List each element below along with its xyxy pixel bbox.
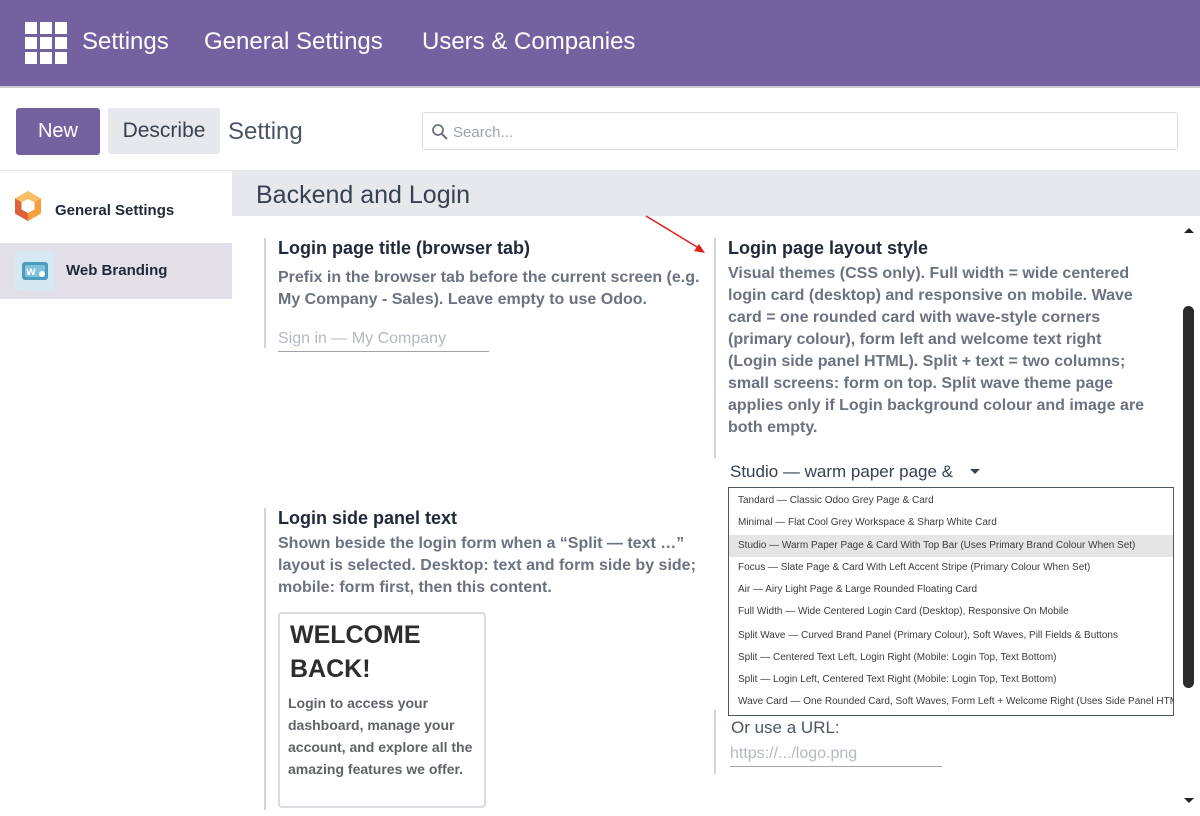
login-title-input[interactable]: [278, 326, 489, 352]
dropdown-option[interactable]: Minimal — Flat Cool Grey Workspace & Sha…: [729, 512, 1173, 534]
dropdown-option[interactable]: Focus — Slate Page & Card With Left Acce…: [729, 557, 1173, 579]
side-panel-description: Shown beside the login form when a “Spli…: [278, 535, 696, 596]
dropdown-option[interactable]: Split — Centered Text Left, Login Right …: [729, 647, 1173, 669]
layout-style-select[interactable]: Studio — warm paper page &: [730, 462, 953, 482]
layout-style-description: Visual themes (CSS only). Full width = w…: [728, 265, 1145, 436]
annotation-arrow-icon: [645, 215, 705, 253]
menu-general-settings[interactable]: General Settings: [204, 28, 383, 56]
layout-style-heading: Login page layout style: [728, 238, 929, 258]
settings-sidebar: General Settings W Web Branding: [0, 170, 232, 816]
setting-divider: [264, 508, 266, 810]
dropdown-option-selected[interactable]: Studio — Warm Paper Page & Card With Top…: [729, 535, 1173, 557]
scroll-up-icon[interactable]: [1184, 228, 1194, 233]
breadcrumb-setting: Setting: [228, 118, 303, 145]
settings-main: Backend and Login Login page title (brow…: [232, 170, 1200, 816]
sidebar-item-label: General Settings: [55, 202, 175, 219]
sidebar-item-web-branding[interactable]: W Web Branding: [0, 243, 232, 299]
setting-divider: [264, 238, 266, 348]
login-title-heading: Login page title (browser tab): [278, 238, 531, 258]
url-label: Or use a URL:: [731, 718, 840, 737]
web-branding-icon: W: [15, 251, 55, 291]
sidebar-item-label: Web Branding: [66, 262, 168, 279]
dropdown-option[interactable]: Air — Airy Light Page & Large Rounded Fl…: [729, 579, 1173, 601]
apps-menu-icon[interactable]: [25, 22, 67, 64]
section-header: Backend and Login: [232, 170, 1200, 216]
dropdown-option[interactable]: Tandard — Classic Odoo Grey Page & Card: [729, 490, 1173, 512]
dropdown-option[interactable]: Wave Card — One Rounded Card, Soft Waves…: [729, 691, 1173, 713]
layout-style-options: Tandard — Classic Odoo Grey Page & Card …: [728, 487, 1174, 716]
chevron-down-icon[interactable]: [970, 469, 980, 474]
sidebar-item-general-settings[interactable]: General Settings: [0, 177, 232, 233]
welcome-text: Login to access your dashboard, manage y…: [288, 695, 473, 777]
side-panel-editor[interactable]: WELCOME BACK! Login to access your dashb…: [278, 612, 486, 808]
section-title: Backend and Login: [256, 181, 471, 209]
top-navbar: Settings General Settings Users & Compan…: [0, 0, 1200, 88]
describe-button[interactable]: Describe: [108, 108, 220, 154]
login-title-description: Prefix in the browser tab before the cur…: [278, 269, 700, 308]
setting-divider: [714, 238, 716, 458]
search-icon: [432, 124, 448, 140]
side-panel-heading: Login side panel text: [278, 508, 458, 528]
new-button[interactable]: New: [16, 108, 100, 155]
welcome-heading: WELCOME BACK!: [290, 621, 421, 683]
search-box[interactable]: [422, 112, 1178, 150]
scrollbar-thumb[interactable]: [1183, 306, 1194, 688]
dropdown-option[interactable]: Split — Login Left, Centered Text Right …: [729, 669, 1173, 691]
menu-users-companies[interactable]: Users & Companies: [422, 28, 635, 56]
dropdown-option[interactable]: Split Wave — Curved Brand Panel (Primary…: [729, 625, 1173, 647]
scroll-down-icon[interactable]: [1184, 798, 1194, 803]
svg-text:W: W: [26, 268, 36, 278]
dropdown-option[interactable]: Full Width — Wide Centered Login Card (D…: [729, 601, 1173, 623]
logo-url-input[interactable]: [730, 741, 942, 767]
search-input[interactable]: [453, 121, 1153, 143]
app-title[interactable]: Settings: [82, 28, 169, 56]
setting-divider: [714, 710, 716, 774]
odoo-logo-icon: [15, 191, 41, 221]
